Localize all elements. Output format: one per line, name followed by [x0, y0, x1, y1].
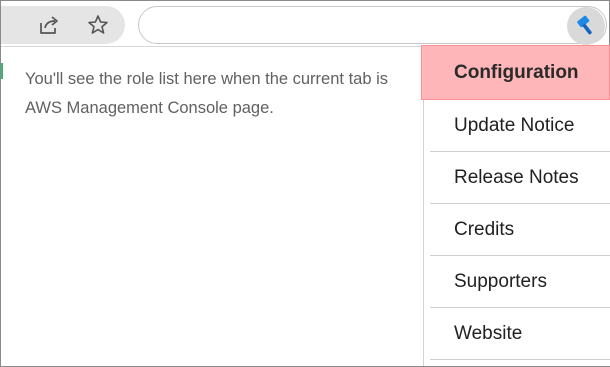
menu-item-configuration[interactable]: Configuration	[421, 45, 610, 100]
edge-indicator	[1, 63, 3, 79]
menu-item-supporters[interactable]: Supporters	[430, 256, 610, 308]
favorite-button[interactable]	[83, 10, 113, 40]
menu-item-website[interactable]: Website	[430, 308, 610, 360]
star-icon	[88, 15, 108, 34]
hammer-icon	[577, 15, 592, 35]
share-icon	[40, 16, 58, 34]
role-list-message: You'll see the role list here when the c…	[25, 70, 388, 117]
browser-toolbar	[1, 1, 609, 47]
menu-item-release-notes[interactable]: Release Notes	[430, 152, 610, 204]
address-bar[interactable]	[138, 6, 607, 44]
address-input[interactable]	[155, 15, 559, 37]
menu-item-update-notice[interactable]: Update Notice	[430, 100, 610, 152]
extension-menu: Configuration Update Notice Release Note…	[421, 45, 610, 366]
extension-button[interactable]	[567, 7, 605, 45]
menu-item-credits[interactable]: Credits	[430, 204, 610, 256]
share-button[interactable]	[34, 10, 64, 40]
browser-window: You'll see the role list here when the c…	[0, 0, 610, 367]
